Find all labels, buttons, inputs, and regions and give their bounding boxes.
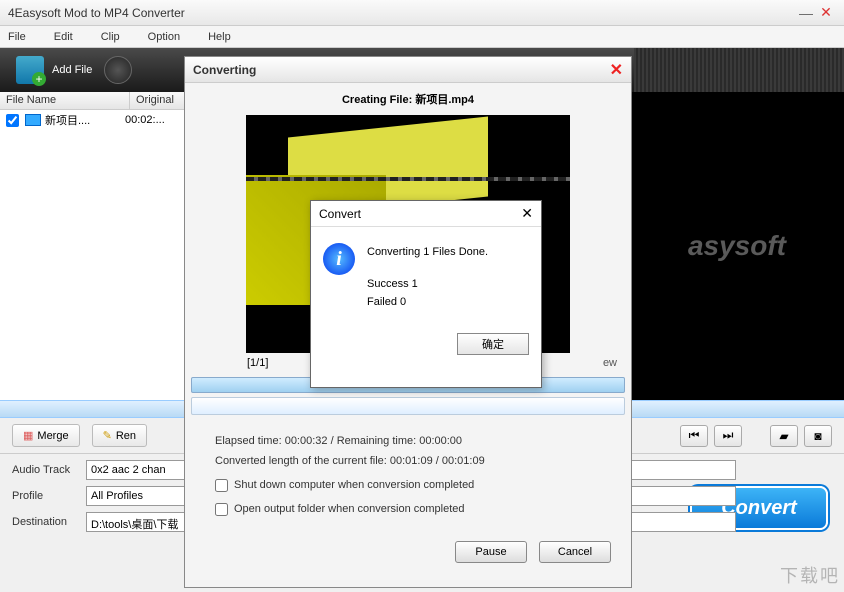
creating-file-label: Creating File: 新项目.mp4: [185, 83, 631, 115]
minimize-icon[interactable]: —: [796, 5, 816, 21]
merge-icon: ▦: [23, 429, 33, 442]
elapsed-time: Elapsed time: 00:00:32 / Remaining time:…: [215, 431, 601, 451]
file-counter: [1/1]: [185, 353, 330, 373]
menu-option[interactable]: Option: [148, 31, 180, 43]
menu-clip[interactable]: Clip: [101, 31, 120, 43]
dialog-close-icon[interactable]: ✕: [610, 60, 623, 80]
window-title: 4Easysoft Mod to MP4 Converter: [8, 6, 796, 20]
converted-length: Converted length of the current file: 00…: [215, 451, 601, 471]
preview-ew-label: ew: [603, 357, 631, 369]
close-icon[interactable]: ✕: [816, 4, 836, 21]
snapshot-button[interactable]: ◙: [804, 425, 832, 447]
profile-label: Profile: [12, 490, 80, 502]
film-strip-decoration: [634, 48, 844, 92]
preview-pane: asysoft: [630, 92, 844, 400]
alert-failed-text: Failed 0: [367, 293, 488, 311]
prev-button[interactable]: ⏮: [680, 425, 708, 447]
col-filename[interactable]: File Name: [0, 92, 130, 109]
menubar: File Edit Clip Option Help: [0, 26, 844, 48]
open-folder-checkbox[interactable]: [215, 503, 228, 516]
add-file-label: Add File: [52, 64, 92, 76]
file-row-checkbox[interactable]: [6, 114, 19, 127]
menu-help[interactable]: Help: [208, 31, 231, 43]
alert-done-text: Converting 1 Files Done.: [367, 243, 488, 261]
next-button[interactable]: ⏭: [714, 425, 742, 447]
snapshot-folder-button[interactable]: ▰: [770, 425, 798, 447]
cancel-button[interactable]: Cancel: [539, 541, 611, 563]
shutdown-label: Shut down computer when conversion compl…: [234, 475, 474, 495]
alert-title: Convert: [319, 207, 521, 221]
shutdown-checkbox[interactable]: [215, 479, 228, 492]
audio-track-label: Audio Track: [12, 464, 80, 476]
rename-button[interactable]: ✎ Ren: [92, 424, 147, 447]
info-icon: i: [323, 243, 355, 275]
add-file-icon: [16, 56, 44, 84]
preview-watermark: asysoft: [688, 230, 786, 262]
alert-ok-button[interactable]: 确定: [457, 333, 529, 355]
merge-label: Merge: [37, 430, 68, 442]
merge-button[interactable]: ▦ Merge: [12, 424, 80, 447]
pause-button[interactable]: Pause: [455, 541, 527, 563]
alert-close-icon[interactable]: ✕: [521, 205, 533, 222]
destination-label: Destination: [12, 516, 80, 528]
convert-alert: Convert ✕ i Converting 1 Files Done. Suc…: [310, 200, 542, 388]
rename-icon: ✎: [103, 429, 112, 442]
file-row-duration: 00:02:...: [125, 114, 165, 126]
rename-label: Ren: [116, 430, 136, 442]
menu-file[interactable]: File: [8, 31, 26, 43]
file-row-name: 新项目....: [45, 112, 121, 128]
progress-bar-2: [191, 397, 625, 415]
open-folder-label: Open output folder when conversion compl…: [234, 499, 465, 519]
add-file-button[interactable]: Add File: [16, 56, 92, 84]
site-watermark: 下载吧: [780, 562, 840, 588]
alert-success-text: Success 1: [367, 275, 488, 293]
dialog-title: Converting: [193, 63, 610, 77]
toolbar-round-button[interactable]: [104, 56, 132, 84]
menu-edit[interactable]: Edit: [54, 31, 73, 43]
video-icon: [25, 114, 41, 126]
